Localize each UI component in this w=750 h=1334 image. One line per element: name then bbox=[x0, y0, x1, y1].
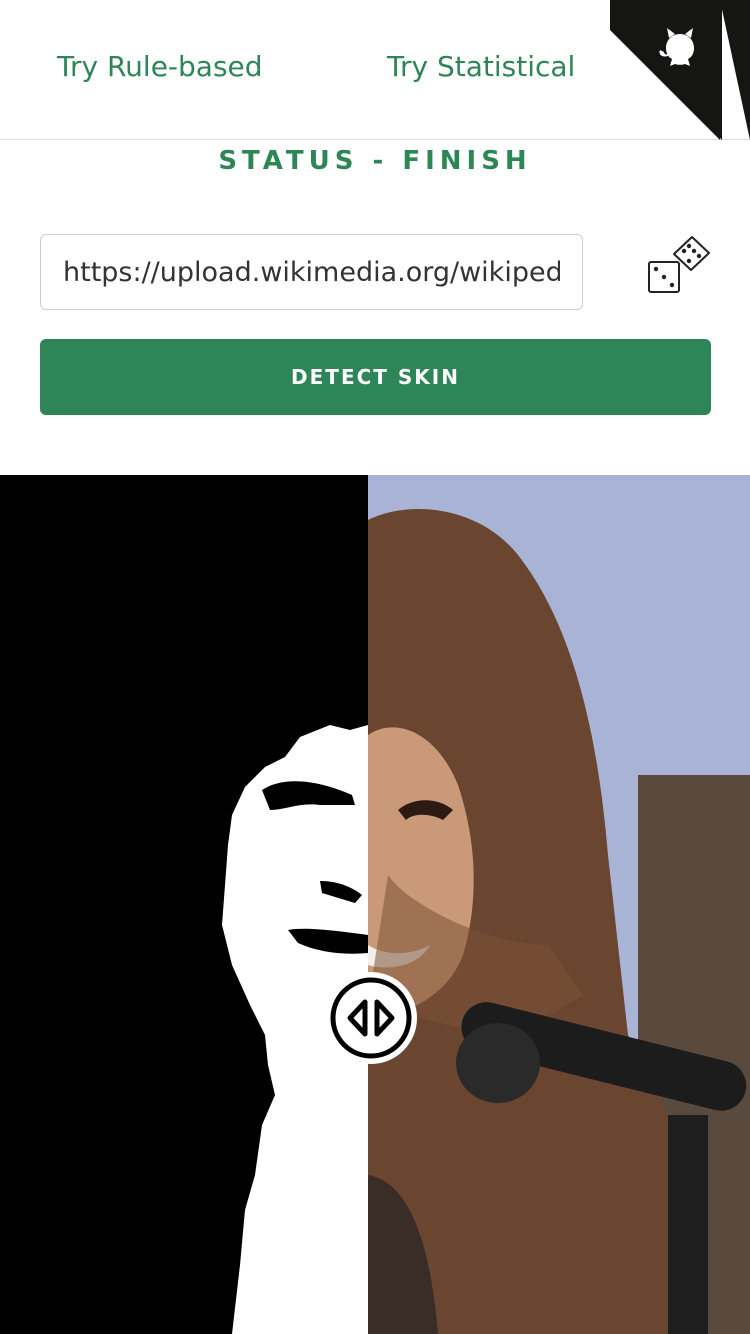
try-statistical-link[interactable]: Try Statistical bbox=[387, 50, 575, 83]
top-nav: Try Rule-based Try Statistical bbox=[0, 0, 750, 140]
status-text: STATUS - FINISH bbox=[218, 146, 532, 176]
try-rule-based-link[interactable]: Try Rule-based bbox=[57, 50, 263, 83]
dice-icon bbox=[648, 236, 710, 293]
skin-mask-image bbox=[0, 475, 368, 1334]
github-cat-icon bbox=[580, 0, 750, 140]
detect-skin-button[interactable]: DETECT SKIN bbox=[40, 339, 711, 415]
random-image-button[interactable] bbox=[644, 232, 714, 302]
original-photo bbox=[368, 475, 750, 1334]
image-comparer[interactable] bbox=[0, 475, 750, 1334]
slider-arrows-icon bbox=[325, 972, 417, 1064]
skin-mask-graphic bbox=[0, 475, 368, 1334]
github-corner-link[interactable] bbox=[580, 0, 750, 140]
image-url-input[interactable] bbox=[40, 234, 583, 310]
original-photo-graphic bbox=[368, 475, 750, 1334]
comparer-slider-handle[interactable] bbox=[323, 970, 419, 1066]
